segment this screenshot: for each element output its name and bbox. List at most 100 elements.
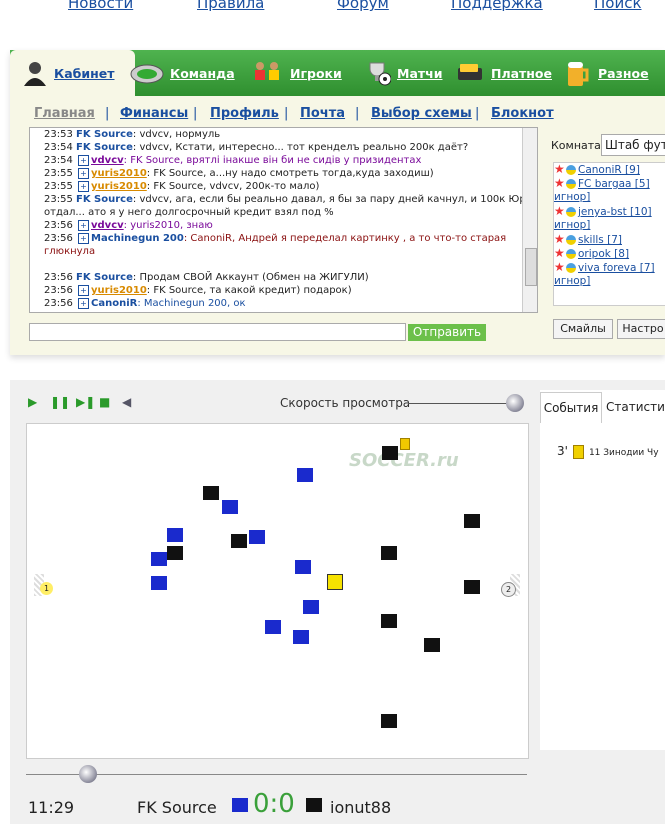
chat-username[interactable]: CanoniR (91, 298, 137, 309)
chat-username[interactable]: yuris2010 (91, 285, 147, 296)
chat-username[interactable]: FK Source (76, 272, 133, 283)
user-name[interactable]: FC bargaa [5] (578, 178, 650, 190)
away-goalkeeper: 2 (501, 582, 516, 597)
chat-text: отдал... ато я у него долгосрочный креди… (44, 207, 334, 218)
chat-message-input[interactable] (29, 323, 406, 341)
home-player (222, 500, 238, 514)
speed-label: Скорость просмотра (280, 396, 411, 410)
user-name[interactable]: игнор] (554, 191, 590, 203)
subnav-finances[interactable]: Финансы (120, 106, 188, 121)
subnav-profile[interactable]: Профиль (210, 106, 279, 121)
chat-username[interactable]: vdvcv (91, 155, 124, 166)
chat-username[interactable]: Machinegun 200 (91, 233, 184, 244)
speed-slider-track[interactable] (408, 403, 518, 404)
user-list-item[interactable]: игнор] (554, 275, 665, 289)
user-list-item[interactable]: ★ skills [7] (554, 233, 665, 247)
user-name[interactable]: oripok [8] (578, 248, 629, 260)
tab-team-label: Команда (170, 65, 235, 81)
star-icon: ★ (554, 204, 565, 218)
private-message-icon[interactable]: + (78, 297, 89, 309)
user-list-item[interactable]: игнор] (554, 191, 665, 205)
chat-message: 23:56 FK Source: Продам СВОЙ Аккаунт (Об… (30, 271, 537, 284)
cabinet-panel: Кабинет Команда Игроки Матчи Платное Раз… (10, 50, 665, 355)
send-button[interactable]: Отправить (408, 324, 486, 341)
star-icon: ★ (554, 176, 565, 190)
home-player (151, 552, 167, 566)
chat-scroll-thumb[interactable] (525, 248, 537, 286)
volume-icon[interactable]: ◀ (122, 396, 134, 408)
private-message-icon[interactable]: + (78, 219, 89, 231)
play-icon[interactable]: ▶ (28, 396, 40, 408)
private-message-icon[interactable]: + (78, 167, 89, 179)
home-player (151, 576, 167, 590)
nav-support-link[interactable]: Поддержка (451, 0, 543, 12)
private-message-icon[interactable]: + (78, 232, 89, 244)
away-player (464, 514, 480, 528)
user-name[interactable]: viva foreva [7] (578, 262, 655, 274)
user-name[interactable]: игнор] (554, 219, 590, 231)
user-list-item[interactable]: ★ jenya-bst [10] (554, 205, 665, 219)
timeline-knob[interactable] (79, 765, 97, 783)
speed-slider-knob[interactable] (506, 394, 524, 412)
chat-username[interactable]: yuris2010 (91, 168, 147, 179)
chat-text: : FK Source, а...ну надо смотреть тогда,… (146, 168, 434, 179)
step-forward-icon[interactable]: ▶❚ (76, 396, 95, 408)
tab-events[interactable]: События (540, 392, 602, 423)
user-list-item[interactable]: ★ viva foreva [7] (554, 261, 665, 275)
chat-username[interactable]: yuris2010 (91, 181, 147, 192)
top-nav: Новости Правила Форум Поддержка Поиск (0, 0, 665, 14)
private-message-icon[interactable]: + (78, 284, 89, 296)
tab-stats[interactable]: Статисти (606, 392, 665, 422)
subnav-scheme[interactable]: Выбор схемы (371, 106, 472, 121)
user-list-item[interactable]: ★ oripok [8] (554, 247, 665, 261)
chat-message: 23:56 + Machinegun 200: CanoniR, Андрей я… (30, 232, 537, 245)
settings-button[interactable]: Настро (617, 319, 665, 339)
tab-cabinet[interactable]: Кабинет (10, 50, 135, 96)
nav-news-link[interactable]: Новости (68, 0, 133, 12)
nav-search-link[interactable]: Поиск (594, 0, 642, 12)
timeline-track[interactable] (26, 774, 527, 775)
chat-username[interactable]: FK Source (76, 142, 133, 153)
chat-scrollbar[interactable] (522, 128, 537, 312)
user-list-item[interactable]: ★ FC bargaa [5] (554, 177, 665, 191)
away-player (381, 614, 397, 628)
smileys-button[interactable]: Смайлы (553, 319, 613, 339)
chat-username[interactable]: vdvcv (91, 220, 124, 231)
chat-username[interactable]: FK Source (76, 194, 133, 205)
subnav-notebook[interactable]: Блокнот (491, 106, 554, 121)
subnav-main[interactable]: Главная (34, 106, 95, 121)
chat-time: 23:56 (44, 285, 76, 296)
tab-matches[interactable]: Матчи (365, 50, 442, 96)
pause-icon[interactable]: ❚❚ (50, 396, 70, 408)
user-name[interactable]: игнор] (554, 275, 590, 287)
chat-text: : FK Source, vdvcv, 200к-то мало) (146, 181, 320, 192)
user-name[interactable]: jenya-bst [10] (578, 206, 652, 218)
chat-log[interactable]: 23:53 FK Source: vdvcv, нормуль 23:54 FK … (29, 127, 538, 313)
subnav-mail[interactable]: Почта (300, 106, 345, 121)
chat-username[interactable]: FK Source (76, 129, 133, 140)
user-list[interactable]: ★ CanoniR [9] ★ FC bargaa [5] игнор] ★ jenya-b… (553, 162, 665, 306)
user-list-item[interactable]: игнор] (554, 219, 665, 233)
chat-text: : FK Source, та какой кредит) подарок) (146, 285, 352, 296)
nav-rules-link[interactable]: Правила (197, 0, 264, 12)
tab-paid[interactable]: Платное (455, 50, 552, 96)
tab-players[interactable]: Игроки (250, 50, 342, 96)
private-message-icon[interactable]: + (78, 180, 89, 192)
chat-message: 23:54 + vdvcv: FK Source, врятлі інакше в… (30, 154, 537, 167)
chat-time: 23:56 (44, 220, 76, 231)
private-message-icon[interactable]: + (78, 154, 89, 166)
user-name[interactable]: CanoniR [9] (578, 164, 640, 176)
tab-team[interactable]: Команда (130, 50, 235, 96)
chat-time: 23:54 (44, 142, 76, 153)
tab-misc[interactable]: Разное (564, 50, 649, 96)
subnav-separator: | (193, 106, 198, 121)
subnav-separator: | (355, 106, 360, 121)
user-name[interactable]: skills [7] (578, 234, 622, 246)
stop-icon[interactable]: ■ (99, 396, 111, 408)
user-list-item[interactable]: ★ CanoniR [9] (554, 163, 665, 177)
home-team-name: FK Source (137, 798, 217, 817)
chat-message: 23:54 FK Source: vdvcv, Кстати, интересн… (30, 141, 537, 154)
event-minute: 3' (557, 444, 568, 458)
room-select[interactable]: Штаб футс (601, 134, 665, 156)
nav-forum-link[interactable]: Форум (337, 0, 389, 12)
